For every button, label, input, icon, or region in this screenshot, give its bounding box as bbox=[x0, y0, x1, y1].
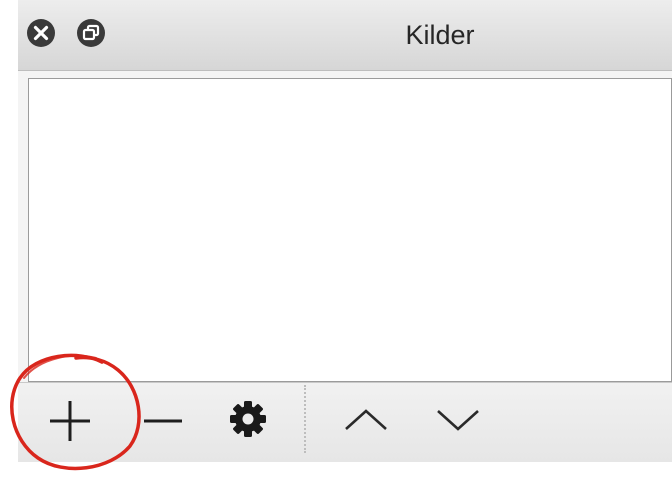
gear-icon bbox=[230, 401, 266, 437]
chevron-down-icon bbox=[437, 410, 479, 431]
move-source-up-button[interactable] bbox=[336, 383, 396, 462]
chevron-up-icon bbox=[345, 409, 387, 430]
source-properties-button[interactable] bbox=[218, 383, 278, 462]
add-source-button[interactable] bbox=[40, 383, 100, 462]
remove-source-button[interactable] bbox=[136, 383, 196, 462]
minus-icon bbox=[144, 419, 182, 423]
dock-title: Kilder bbox=[405, 20, 475, 50]
move-source-down-button[interactable] bbox=[428, 383, 488, 462]
sources-dock: Kilder bbox=[18, 0, 672, 462]
sources-list[interactable] bbox=[28, 78, 672, 382]
plus-icon bbox=[50, 401, 90, 441]
sources-toolbar bbox=[18, 382, 672, 462]
toolbar-separator bbox=[304, 385, 306, 453]
dock-titlebar[interactable]: Kilder bbox=[18, 0, 672, 71]
